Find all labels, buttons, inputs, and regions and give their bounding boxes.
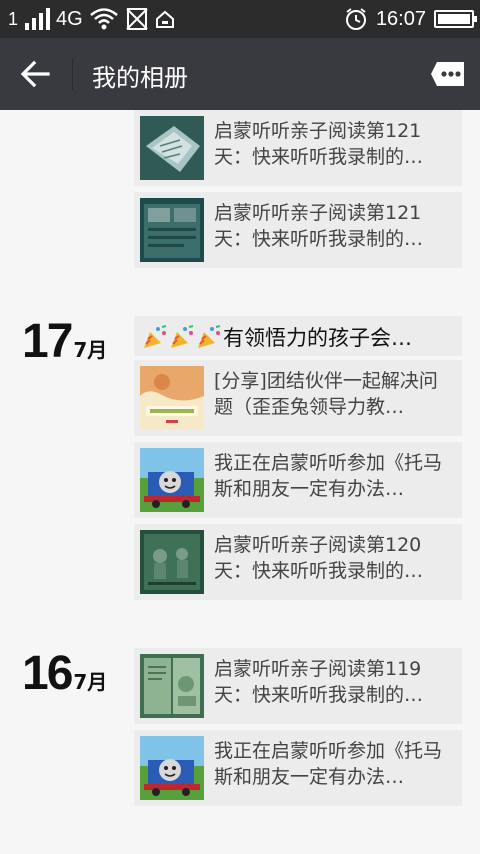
title-divider (72, 58, 73, 90)
title-bar: 我的相册 (0, 38, 480, 110)
party-popper-icon (198, 325, 221, 348)
post-thumbnail (140, 736, 204, 800)
more-icon (431, 62, 464, 86)
post-thumbnail (140, 198, 204, 262)
album-post[interactable]: 启蒙听听亲子阅读第120天：快来听听我录制的… (134, 524, 462, 600)
post-caption: [分享]团结伙伴一起解决问题（歪歪兔领导力教… (214, 370, 438, 418)
sim-1-icon: 1 (8, 8, 19, 29)
date-day: 17 (22, 315, 73, 368)
network-type: 4G (56, 7, 83, 30)
album-post[interactable]: 我正在启蒙听听参加《托马斯和朋友一定有办法… (134, 730, 462, 806)
back-arrow-icon (20, 60, 50, 88)
album-post[interactable]: 启蒙听听亲子阅读第121天：快来听听我录制的… (134, 110, 462, 186)
battery-level (438, 14, 470, 24)
party-popper-icon (171, 325, 194, 348)
date-label: 17 7月 (22, 314, 107, 369)
album-post[interactable]: 我正在启蒙听听参加《托马斯和朋友一定有办法… (134, 442, 462, 518)
status-bar-right: 16:07 (344, 6, 477, 32)
home-icon (155, 10, 174, 28)
post-caption: 启蒙听听亲子阅读第119天：快来听听我录制的… (214, 658, 424, 706)
date-month: 7月 (73, 338, 108, 362)
text-post-caption: 有领悟力的孩子会… (223, 326, 412, 350)
date-label: 16 7月 (22, 646, 107, 701)
post-thumbnail (140, 530, 204, 594)
post-thumbnail (140, 366, 204, 430)
album-timeline[interactable]: 启蒙听听亲子阅读第121天：快来听听我录制的… 启蒙听听亲子阅读第121天：快来… (0, 110, 480, 854)
post-thumbnail (140, 448, 204, 512)
post-caption: 启蒙听听亲子阅读第120天：快来听听我录制的… (214, 534, 424, 582)
status-bar: 1 4G 16:07 (0, 0, 480, 38)
more-button[interactable] (430, 60, 466, 88)
post-caption: 启蒙听听亲子阅读第121天：快来听听我录制的… (214, 120, 424, 168)
battery-icon (434, 10, 477, 28)
post-caption: 我正在启蒙听听参加《托马斯和朋友一定有办法… (214, 740, 443, 788)
no-sim-icon (125, 8, 148, 30)
album-post[interactable]: [分享]团结伙伴一起解决问题（歪歪兔领导力教… (134, 360, 462, 436)
clock: 16:07 (375, 7, 426, 30)
party-popper-icon (144, 325, 167, 348)
page-title: 我的相册 (92, 64, 188, 92)
alarm-icon (345, 8, 366, 30)
signal-icon (25, 8, 51, 30)
status-bar-left: 1 4G (8, 6, 175, 32)
album-post[interactable]: 启蒙听听亲子阅读第119天：快来听听我录制的… (134, 648, 462, 724)
post-caption: 我正在启蒙听听参加《托马斯和朋友一定有办法… (214, 452, 443, 500)
date-month: 7月 (73, 670, 108, 694)
text-post-content: 有领悟力的孩子会… (142, 322, 452, 352)
back-button[interactable] (14, 54, 58, 94)
post-thumbnail (140, 654, 204, 718)
album-post[interactable]: 启蒙听听亲子阅读第121天：快来听听我录制的… (134, 192, 462, 268)
text-post[interactable]: 有领悟力的孩子会… (134, 316, 462, 356)
wifi-icon (89, 8, 118, 30)
date-day: 16 (22, 647, 73, 700)
post-caption: 启蒙听听亲子阅读第121天：快来听听我录制的… (214, 202, 424, 250)
post-thumbnail (140, 116, 204, 180)
